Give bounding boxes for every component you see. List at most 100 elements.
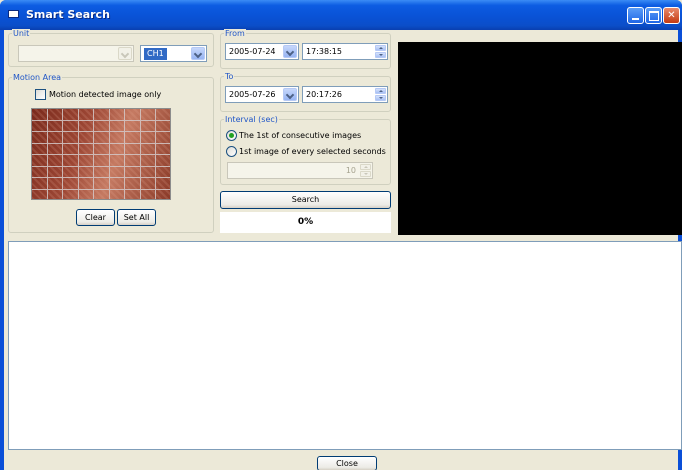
motion-grid-cell[interactable] bbox=[109, 178, 126, 190]
motion-grid-cell[interactable] bbox=[94, 132, 110, 144]
motion-grid-cell[interactable] bbox=[156, 132, 170, 144]
motion-grid-cell[interactable] bbox=[125, 178, 141, 190]
motion-grid-cell[interactable] bbox=[125, 166, 141, 178]
motion-grid-cell[interactable] bbox=[141, 189, 157, 199]
motion-grid-cell[interactable] bbox=[78, 143, 95, 155]
from-time-spinner[interactable]: 17:38:15 bbox=[302, 43, 388, 60]
chevron-down-icon[interactable] bbox=[283, 45, 297, 58]
motion-grid-cell[interactable] bbox=[156, 178, 170, 190]
motion-grid-cell[interactable] bbox=[63, 143, 79, 155]
channel-dropdown[interactable]: CH1 bbox=[140, 45, 207, 62]
motion-grid-cell[interactable] bbox=[78, 166, 95, 178]
motion-grid-cell[interactable] bbox=[140, 166, 157, 178]
interval-option-consecutive-label[interactable]: The 1st of consecutive images bbox=[239, 130, 361, 141]
clear-button[interactable]: Clear bbox=[76, 209, 115, 226]
motion-grid-cell[interactable] bbox=[94, 166, 110, 178]
motion-grid-cell[interactable] bbox=[32, 166, 48, 178]
motion-grid-cell[interactable] bbox=[94, 155, 110, 167]
close-button[interactable]: Close bbox=[317, 456, 377, 470]
motion-grid-cell[interactable] bbox=[109, 109, 126, 121]
motion-grid-cell[interactable] bbox=[63, 178, 79, 190]
motion-grid-cell[interactable] bbox=[156, 155, 170, 167]
motion-grid-cell[interactable] bbox=[125, 120, 141, 132]
motion-grid-cell[interactable] bbox=[140, 109, 157, 121]
motion-grid-cell[interactable] bbox=[32, 155, 48, 167]
motion-grid-cell[interactable] bbox=[109, 120, 126, 132]
motion-grid-cell[interactable] bbox=[47, 109, 64, 121]
motion-grid-cell[interactable] bbox=[32, 143, 48, 155]
interval-option-seconds-label[interactable]: 1st image of every selected seconds bbox=[239, 146, 386, 157]
motion-grid-cell[interactable] bbox=[32, 178, 48, 190]
motion-grid-cell[interactable] bbox=[47, 143, 64, 155]
to-time-spinner[interactable]: 20:17:26 bbox=[302, 86, 388, 103]
motion-grid-cell[interactable] bbox=[32, 120, 48, 132]
motion-grid-cell[interactable] bbox=[125, 155, 141, 167]
motion-grid-cell[interactable] bbox=[78, 132, 95, 144]
spin-up-icon[interactable] bbox=[375, 88, 386, 94]
motion-grid-cell[interactable] bbox=[78, 155, 95, 167]
chevron-down-icon[interactable] bbox=[283, 88, 297, 101]
motion-grid-cell[interactable] bbox=[63, 189, 79, 199]
motion-grid-cell[interactable] bbox=[63, 109, 79, 121]
spinner-buttons[interactable] bbox=[375, 45, 386, 58]
motion-only-checkbox[interactable] bbox=[35, 89, 46, 100]
from-date-picker[interactable]: 2005-07-24 bbox=[225, 43, 299, 60]
motion-grid-cell[interactable] bbox=[156, 144, 170, 155]
spinner-buttons[interactable] bbox=[375, 88, 386, 101]
motion-grid-cell[interactable] bbox=[109, 155, 126, 167]
motion-grid-cell[interactable] bbox=[32, 189, 48, 199]
motion-grid-cell[interactable] bbox=[140, 143, 157, 155]
motion-grid-cell[interactable] bbox=[125, 189, 141, 199]
motion-grid-cell[interactable] bbox=[156, 109, 170, 121]
motion-area-grid[interactable] bbox=[31, 108, 171, 200]
chevron-down-icon[interactable] bbox=[191, 47, 205, 60]
motion-grid-cell[interactable] bbox=[94, 143, 110, 155]
motion-grid-cell[interactable] bbox=[47, 120, 64, 132]
motion-grid-cell[interactable] bbox=[125, 143, 141, 155]
interval-option-consecutive-radio[interactable] bbox=[226, 130, 237, 141]
motion-grid-cell[interactable] bbox=[94, 120, 110, 132]
motion-grid-cell[interactable] bbox=[32, 109, 48, 121]
motion-grid-cell[interactable] bbox=[78, 109, 95, 121]
motion-grid-cell[interactable] bbox=[47, 178, 64, 190]
motion-grid-cell[interactable] bbox=[110, 189, 126, 199]
spin-up-icon[interactable] bbox=[375, 45, 386, 51]
motion-grid-cell[interactable] bbox=[140, 178, 157, 190]
results-list[interactable] bbox=[8, 241, 682, 450]
motion-grid-cell[interactable] bbox=[63, 120, 79, 132]
interval-option-seconds-radio[interactable] bbox=[226, 146, 237, 157]
motion-grid-cell[interactable] bbox=[94, 178, 110, 190]
motion-grid-cell[interactable] bbox=[78, 178, 95, 190]
close-window-button[interactable]: ✕ bbox=[663, 7, 680, 24]
motion-grid-cell[interactable] bbox=[47, 132, 64, 144]
motion-grid-cell[interactable] bbox=[109, 132, 126, 144]
motion-grid-cell[interactable] bbox=[109, 166, 126, 178]
motion-grid-cell[interactable] bbox=[140, 155, 157, 167]
motion-grid-cell[interactable] bbox=[125, 132, 141, 144]
motion-grid-cell[interactable] bbox=[125, 109, 141, 121]
title-bar[interactable]: Smart Search ✕ bbox=[0, 0, 682, 30]
motion-grid-cell[interactable] bbox=[63, 155, 79, 167]
motion-grid-cell[interactable] bbox=[156, 121, 170, 132]
minimize-button[interactable] bbox=[627, 7, 644, 24]
motion-grid-cell[interactable] bbox=[94, 189, 110, 199]
motion-grid-cell[interactable] bbox=[79, 189, 95, 199]
to-date-picker[interactable]: 2005-07-26 bbox=[225, 86, 299, 103]
motion-grid-cell[interactable] bbox=[140, 120, 157, 132]
motion-grid-cell[interactable] bbox=[140, 132, 157, 144]
motion-grid-cell[interactable] bbox=[47, 166, 64, 178]
motion-grid-cell[interactable] bbox=[47, 155, 64, 167]
maximize-button[interactable] bbox=[645, 7, 662, 24]
motion-grid-cell[interactable] bbox=[109, 143, 126, 155]
search-button[interactable]: Search bbox=[220, 191, 391, 209]
motion-grid-cell[interactable] bbox=[32, 132, 48, 144]
motion-grid-cell[interactable] bbox=[63, 166, 79, 178]
motion-grid-cell[interactable] bbox=[94, 109, 110, 121]
motion-grid-cell[interactable] bbox=[156, 167, 170, 178]
motion-grid-cell[interactable] bbox=[78, 120, 95, 132]
set-all-button[interactable]: Set All bbox=[117, 209, 156, 226]
motion-grid-cell[interactable] bbox=[156, 190, 170, 200]
motion-only-label[interactable]: Motion detected image only bbox=[49, 89, 161, 100]
spin-down-icon[interactable] bbox=[375, 52, 386, 58]
spin-down-icon[interactable] bbox=[375, 95, 386, 101]
